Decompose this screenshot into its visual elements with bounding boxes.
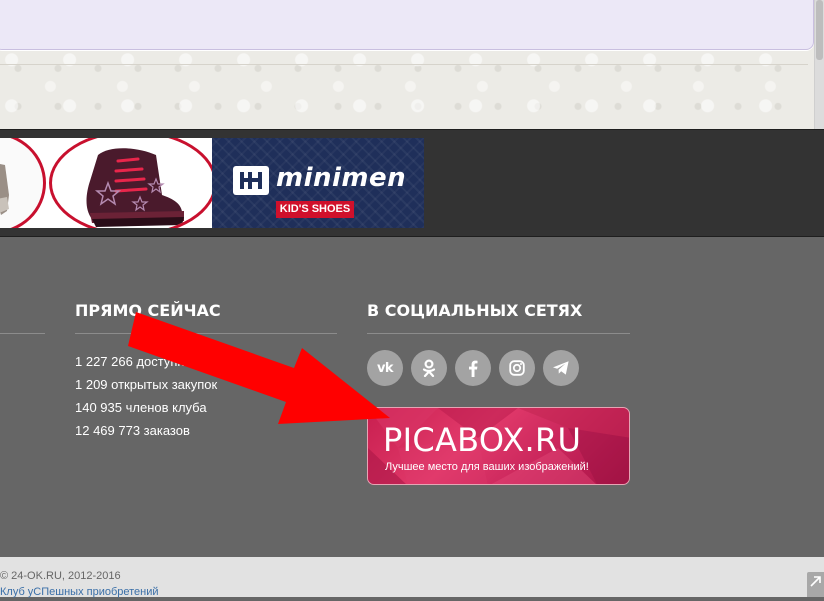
social-links: vk <box>367 350 579 386</box>
content-card-bottom <box>0 0 814 50</box>
shoe-image-boot <box>49 138 217 228</box>
copyright-text: © 24-OK.RU, 2012-2016 <box>0 570 121 582</box>
minimen-logo-icon <box>233 166 269 195</box>
instagram-link[interactable] <box>499 350 535 386</box>
picabox-banner[interactable]: PICABOX.RU Лучшее место для ваших изобра… <box>367 407 630 485</box>
brand-name: minimen <box>276 163 407 193</box>
picabox-title: PICABOX.RU <box>383 421 582 459</box>
banner-band: minimen KID'S SHOES <box>0 129 824 237</box>
stat-open-purchases: 1 209 открытых закупок <box>75 377 218 392</box>
facebook-link[interactable] <box>455 350 491 386</box>
odnoklassniki-icon <box>422 359 436 377</box>
scroll-to-top-button[interactable] <box>807 572 824 597</box>
widget-title-social: В СОЦИАЛЬНЫХ СЕТЯХ <box>367 301 583 320</box>
odnoklassniki-link[interactable] <box>411 350 447 386</box>
widget-title-now: ПРЯМО СЕЙЧАС <box>75 301 221 320</box>
shoe-image-left <box>0 138 46 228</box>
first-column-underline <box>0 333 45 334</box>
footer-widgets: ПРЯМО СЕЙЧАС 1 227 266 доступных 1 209 о… <box>0 237 824 557</box>
picabox-subtitle: Лучшее место для ваших изображений! <box>385 461 589 473</box>
arrow-up-icon <box>810 576 821 587</box>
copyright-bar: © 24-OK.RU, 2012-2016 Клуб уСПешных прио… <box>0 557 824 599</box>
widget-underline-now <box>75 333 337 334</box>
vk-icon: vk <box>376 360 394 376</box>
vk-link[interactable]: vk <box>367 350 403 386</box>
instagram-icon <box>509 360 525 376</box>
telegram-icon <box>553 361 569 375</box>
stats-list: 1 227 266 доступных 1 209 открытых закуп… <box>75 350 217 442</box>
divider-line <box>0 64 808 65</box>
stat-available: 1 227 266 доступных <box>75 354 201 369</box>
scrollbar-thumb[interactable] <box>816 0 823 60</box>
stat-club-members: 140 935 членов клуба <box>75 400 207 415</box>
brand-tag: KID'S SHOES <box>276 201 354 218</box>
telegram-link[interactable] <box>543 350 579 386</box>
stat-orders: 12 469 773 заказов <box>75 423 190 438</box>
facebook-icon <box>469 360 478 377</box>
minimen-ad-banner[interactable]: minimen KID'S SHOES <box>0 138 424 228</box>
brand-panel: minimen KID'S SHOES <box>212 138 424 228</box>
club-link[interactable]: Клуб уСПешных приобретений <box>0 586 159 599</box>
scrollbar[interactable] <box>814 0 824 129</box>
page-background-pattern <box>0 0 824 129</box>
widget-underline-social <box>367 333 630 334</box>
